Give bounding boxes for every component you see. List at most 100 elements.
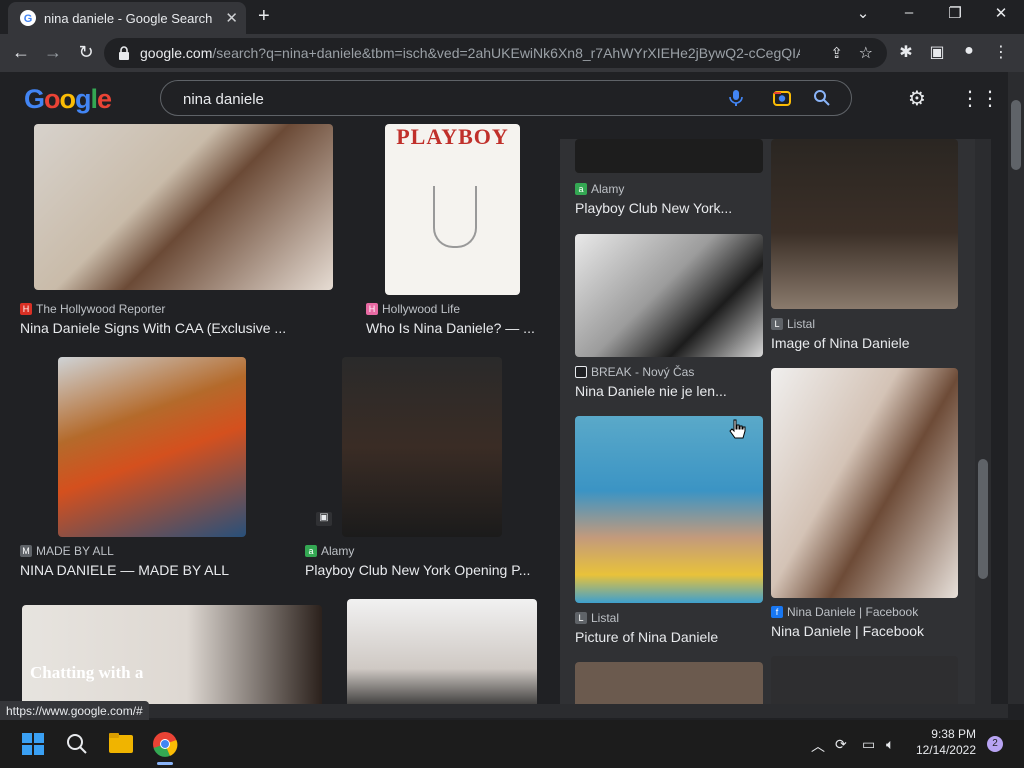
svg-text:G: G bbox=[24, 13, 33, 25]
active-app-indicator bbox=[157, 762, 173, 765]
break-icon bbox=[575, 366, 587, 378]
logo-letter: e bbox=[97, 84, 112, 114]
result-caption[interactable]: Who Is Nina Daniele? — ... bbox=[366, 320, 536, 336]
logo-letter: o bbox=[59, 84, 76, 114]
network-icon[interactable]: ▭ bbox=[862, 736, 875, 753]
result-source[interactable]: BREAK - Nový Čas bbox=[575, 365, 694, 379]
lock-icon bbox=[119, 46, 129, 60]
bookmark-star-icon[interactable]: ☆ bbox=[859, 43, 873, 63]
new-tab-icon[interactable]: + bbox=[258, 5, 270, 28]
horizontal-scrollbar[interactable] bbox=[0, 704, 1008, 718]
result-caption[interactable]: Image of Nina Daniele bbox=[771, 335, 961, 351]
listal-icon: L bbox=[575, 612, 587, 624]
result-source[interactable]: H Hollywood Life bbox=[366, 302, 460, 316]
scrollbar-thumb[interactable] bbox=[978, 459, 988, 579]
chrome-taskbar-icon[interactable] bbox=[152, 731, 178, 757]
logo-letter: o bbox=[44, 84, 60, 114]
chrome-menu-icon[interactable]: ⋮ bbox=[990, 42, 1012, 62]
window-close-icon[interactable]: ✕ bbox=[989, 4, 1013, 22]
clock-time: 9:38 PM bbox=[931, 727, 976, 741]
result-image[interactable] bbox=[771, 368, 958, 598]
tab-close-icon[interactable]: ✕ bbox=[225, 9, 238, 27]
magazine-masthead: PLAYBOY bbox=[396, 124, 509, 149]
result-caption[interactable]: Nina Daniele | Facebook bbox=[771, 623, 961, 639]
listal-icon: L bbox=[771, 318, 783, 330]
share-icon[interactable]: ⇪ bbox=[830, 44, 843, 62]
search-box[interactable] bbox=[160, 80, 852, 116]
result-image[interactable] bbox=[771, 656, 958, 704]
sync-icon[interactable]: ⟳ bbox=[835, 736, 847, 753]
result-caption[interactable]: NINA DANIELE — MADE BY ALL bbox=[20, 562, 270, 578]
side-panel-icon[interactable]: ▣ bbox=[926, 42, 948, 62]
result-image[interactable] bbox=[575, 662, 763, 704]
result-caption[interactable]: Nina Daniele Signs With CAA (Exclusive .… bbox=[20, 320, 320, 336]
result-source[interactable]: a Alamy bbox=[575, 182, 624, 196]
apps-grid-icon[interactable]: ⋮⋮ bbox=[960, 86, 1000, 111]
preview-panel: a Alamy Playboy Club New York... L Listal … bbox=[560, 139, 975, 704]
result-image[interactable] bbox=[575, 139, 763, 173]
result-image[interactable] bbox=[34, 124, 333, 290]
url-text: google.com/search?q=nina+daniele&tbm=isc… bbox=[140, 45, 800, 61]
facebook-icon: f bbox=[771, 606, 783, 618]
result-caption[interactable]: Playboy Club New York... bbox=[575, 200, 760, 216]
tray-chevron-icon[interactable]: ︿ bbox=[811, 736, 825, 756]
image-badge-icon: ▣ bbox=[316, 512, 332, 526]
result-caption[interactable]: Playboy Club New York Opening P... bbox=[305, 562, 535, 578]
result-source[interactable]: M MADE BY ALL bbox=[20, 544, 114, 558]
search-icon[interactable] bbox=[812, 88, 832, 108]
result-source[interactable]: a Alamy bbox=[305, 544, 354, 558]
result-image[interactable]: PLAYBOY bbox=[385, 124, 520, 295]
logo-letter: g bbox=[75, 84, 91, 114]
settings-gear-icon[interactable]: ⚙ bbox=[908, 86, 926, 111]
back-icon[interactable]: ← bbox=[10, 42, 32, 63]
result-source[interactable]: H The Hollywood Reporter bbox=[20, 302, 165, 316]
result-caption[interactable]: Nina Daniele nie je len... bbox=[575, 383, 760, 399]
result-image[interactable] bbox=[575, 416, 763, 603]
result-source[interactable]: L Listal bbox=[575, 611, 619, 625]
results-scrollbar[interactable] bbox=[975, 139, 991, 704]
alamy-icon: a bbox=[305, 545, 317, 557]
result-image[interactable] bbox=[575, 234, 763, 357]
hollywood-reporter-icon: H bbox=[20, 303, 32, 315]
microphone-icon[interactable] bbox=[726, 88, 746, 108]
google-logo[interactable]: Google bbox=[24, 84, 112, 115]
madebyall-icon: M bbox=[20, 545, 32, 557]
restore-icon[interactable]: ❐ bbox=[943, 4, 967, 22]
image-overlay-text: Chatting with a bbox=[30, 663, 144, 682]
reload-icon[interactable]: ↻ bbox=[75, 42, 97, 63]
martini-glass-shape bbox=[433, 186, 477, 248]
browser-tab[interactable]: G nina daniele - Google Search ✕ bbox=[8, 2, 246, 34]
volume-icon[interactable]: 🔈︎ bbox=[886, 736, 894, 753]
result-image[interactable] bbox=[58, 357, 246, 537]
search-input[interactable] bbox=[181, 87, 705, 111]
hand-cursor-icon bbox=[729, 419, 746, 439]
google-favicon-icon: G bbox=[20, 10, 36, 26]
clock-date: 12/14/2022 bbox=[915, 743, 976, 757]
result-caption[interactable]: Picture of Nina Daniele bbox=[575, 629, 760, 645]
forward-icon[interactable]: → bbox=[42, 42, 64, 63]
page-scrollbar[interactable] bbox=[1008, 72, 1024, 704]
profile-icon[interactable]: ● bbox=[958, 42, 980, 60]
result-image[interactable] bbox=[771, 139, 958, 309]
minimize-icon[interactable]: – bbox=[897, 4, 921, 21]
tab-title: nina daniele - Google Search bbox=[44, 10, 213, 26]
result-source[interactable]: L Listal bbox=[771, 317, 815, 331]
taskbar-clock[interactable]: 9:38 PM 12/14/2022 bbox=[916, 726, 976, 758]
result-image[interactable]: Chatting with a bbox=[22, 605, 322, 704]
address-bar[interactable]: google.com/search?q=nina+daniele&tbm=isc… bbox=[104, 38, 887, 68]
result-source[interactable]: f Nina Daniele | Facebook bbox=[771, 605, 918, 619]
file-explorer-icon[interactable] bbox=[108, 732, 134, 754]
result-image[interactable] bbox=[347, 599, 537, 704]
camera-lens-icon[interactable] bbox=[772, 88, 792, 108]
alamy-icon: a bbox=[575, 183, 587, 195]
extensions-icon[interactable]: ✱ bbox=[895, 42, 917, 62]
windows-start-icon[interactable] bbox=[21, 732, 45, 756]
notification-badge[interactable]: 2 bbox=[987, 736, 1003, 752]
logo-letter: G bbox=[24, 84, 45, 114]
tab-search-icon[interactable]: ⌄ bbox=[851, 4, 875, 22]
search-taskbar-icon[interactable] bbox=[65, 732, 89, 756]
status-url: https://www.google.com/# bbox=[0, 701, 149, 721]
scrollbar-thumb[interactable] bbox=[1011, 100, 1021, 170]
result-image[interactable] bbox=[342, 357, 502, 537]
hollywood-life-icon: H bbox=[366, 303, 378, 315]
